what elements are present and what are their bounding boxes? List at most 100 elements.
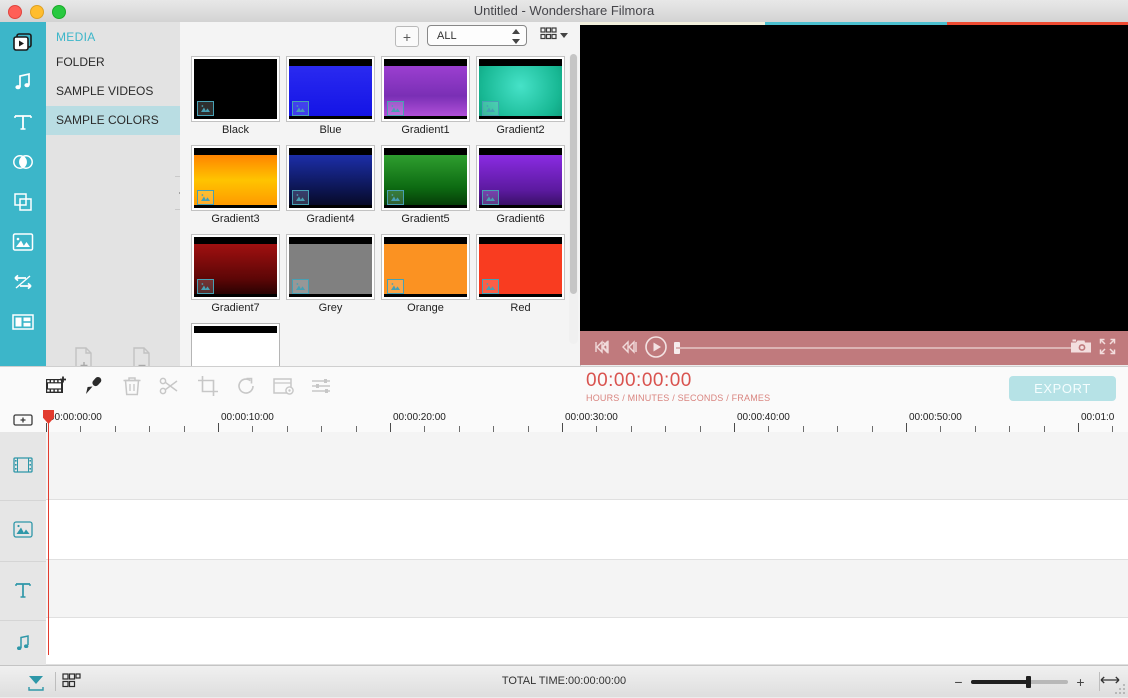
media-item[interactable]: Grey — [287, 235, 378, 314]
voiceover-button[interactable] — [82, 373, 106, 401]
transition-arrows-icon — [11, 272, 35, 292]
speed-button[interactable] — [272, 373, 296, 401]
ruler-label: 00:00:20:00 — [393, 412, 446, 423]
editor-toolbar: 00:00:00:00 HOURS / MINUTES / SECONDS / … — [0, 366, 1128, 412]
media-filter-select[interactable]: ALL — [427, 25, 527, 46]
filmora-window: Untitled - Wondershare Filmora — [0, 0, 1128, 696]
add-media-plus-button[interactable]: + — [395, 26, 419, 47]
text-track-header[interactable] — [0, 562, 46, 621]
filmstrip-icon — [13, 457, 33, 476]
add-track-icon — [13, 413, 33, 430]
add-track-button[interactable] — [0, 410, 46, 432]
editor-tool-group — [44, 373, 334, 401]
library-scrollbar[interactable] — [569, 54, 578, 344]
sidebar-item-folder[interactable]: FOLDER — [46, 48, 180, 77]
media-item[interactable]: Black — [192, 57, 283, 136]
zoom-slider-handle[interactable] — [1026, 676, 1031, 688]
media-thumbnail[interactable] — [477, 57, 564, 121]
sidebar-item-sample-videos[interactable]: SAMPLE VIDEOS — [46, 77, 180, 106]
split-layout-icon — [11, 313, 35, 331]
media-thumbnail[interactable] — [192, 235, 279, 299]
ruler-tick — [46, 423, 47, 432]
image-track-lane[interactable] — [46, 500, 1128, 560]
media-item[interactable]: Gradient2 — [477, 57, 568, 136]
timecode-value: 00:00:00:00 — [586, 371, 770, 391]
media-item-label: Gradient4 — [287, 210, 374, 225]
chevron-updown-icon — [511, 29, 520, 44]
rail-item-music[interactable] — [0, 62, 46, 102]
next-frame-button[interactable] — [620, 331, 638, 365]
play-circle-icon — [644, 335, 668, 362]
timeline-tracks[interactable] — [46, 432, 1128, 665]
media-item[interactable]: Gradient1 — [382, 57, 473, 136]
media-thumbnail[interactable] — [192, 146, 279, 210]
media-item[interactable]: Gradient3 — [192, 146, 283, 225]
media-sidebar-header: MEDIA — [46, 22, 180, 48]
sidebar-item-sample-colors[interactable]: SAMPLE COLORS — [46, 106, 180, 135]
image-placeholder-icon — [197, 279, 214, 294]
rail-item-split-screen[interactable] — [0, 302, 46, 342]
image-track-header[interactable] — [0, 501, 46, 562]
zoom-in-button[interactable]: + — [1075, 675, 1086, 689]
audio-track-lane[interactable] — [46, 618, 1128, 665]
delete-button[interactable] — [120, 373, 144, 401]
video-track-lane[interactable] — [46, 432, 1128, 500]
player-control-bar — [580, 331, 1128, 365]
add-media-button[interactable] — [44, 373, 68, 401]
rail-item-elements[interactable] — [0, 222, 46, 262]
preview-canvas[interactable] — [580, 25, 1128, 331]
media-thumbnail[interactable] — [287, 57, 374, 121]
view-mode-button[interactable] — [540, 27, 568, 43]
media-thumbnail[interactable] — [287, 235, 374, 299]
split-button[interactable] — [158, 373, 182, 401]
library-scrollbar-thumb[interactable] — [570, 54, 577, 294]
media-item[interactable]: Gradient5 — [382, 146, 473, 225]
rail-item-media[interactable] — [0, 22, 46, 62]
media-thumbnail[interactable] — [477, 146, 564, 210]
media-item[interactable]: Orange — [382, 235, 473, 314]
media-thumbnail[interactable] — [382, 235, 469, 299]
rail-item-effects[interactable] — [0, 142, 46, 182]
image-placeholder-icon — [292, 279, 309, 294]
media-item-label: Gradient5 — [382, 210, 469, 225]
timeline-ruler[interactable]: 00:00:00:0000:00:10:0000:00:20:0000:00:3… — [46, 410, 1128, 433]
rotate-button[interactable] — [234, 373, 258, 401]
media-library-panel: + ALL BlackBlue Gradient1 Gradient2 Gradien… — [180, 22, 581, 382]
snapshot-button[interactable] — [1070, 331, 1092, 365]
crop-button[interactable] — [196, 373, 220, 401]
sliders-icon — [310, 376, 334, 399]
media-thumbnail[interactable] — [287, 146, 374, 210]
play-button[interactable] — [644, 331, 668, 365]
media-item-label: Gradient2 — [477, 121, 564, 136]
resize-grip-icon[interactable] — [1114, 683, 1126, 695]
media-thumbnail[interactable] — [192, 57, 279, 121]
rail-item-text[interactable] — [0, 102, 46, 142]
rail-item-transitions[interactable] — [0, 262, 46, 302]
adjust-button[interactable] — [310, 373, 334, 401]
media-thumbnail[interactable] — [382, 57, 469, 121]
music-note-icon — [12, 71, 34, 93]
rail-item-pip[interactable] — [0, 182, 46, 222]
zoom-out-button[interactable]: − — [953, 675, 964, 689]
video-track-header[interactable] — [0, 432, 46, 501]
media-item-label: Red — [477, 299, 564, 314]
fullscreen-button[interactable] — [1099, 331, 1116, 365]
prev-frame-button[interactable] — [594, 331, 612, 365]
media-item[interactable]: Gradient4 — [287, 146, 378, 225]
media-thumbnail[interactable] — [382, 146, 469, 210]
media-item[interactable]: Gradient7 — [192, 235, 283, 314]
trash-icon — [122, 375, 142, 400]
media-item-label: Gradient1 — [382, 121, 469, 136]
zoom-slider[interactable] — [971, 680, 1068, 684]
audio-track-header[interactable] — [0, 621, 46, 669]
playhead-line — [48, 410, 49, 655]
media-item[interactable]: Red — [477, 235, 568, 314]
media-item[interactable]: Gradient6 — [477, 146, 568, 225]
overlap-squares-icon — [12, 191, 34, 213]
export-button[interactable]: EXPORT — [1009, 376, 1116, 401]
preview-progress-track[interactable] — [676, 347, 1076, 349]
media-thumbnail[interactable] — [477, 235, 564, 299]
media-item[interactable]: Blue — [287, 57, 378, 136]
media-grid: BlackBlue Gradient1 Gradient2 Gradient3 Grad… — [180, 49, 572, 382]
text-track-lane[interactable] — [46, 560, 1128, 618]
